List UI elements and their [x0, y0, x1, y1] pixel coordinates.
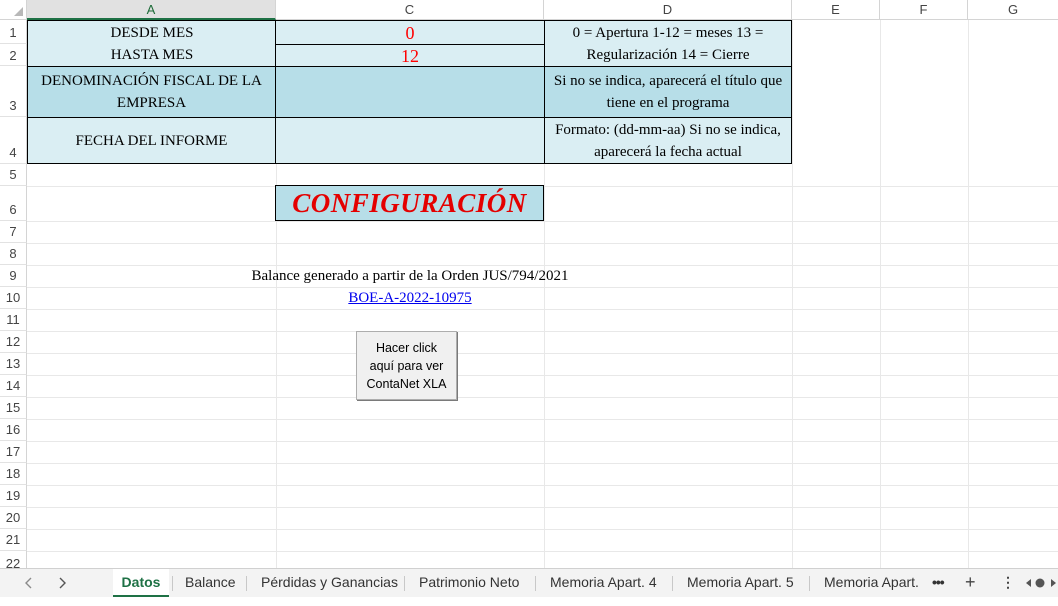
boe-link-cell: BOE-A-2022-10975: [276, 287, 544, 309]
scroll-arrows-icon[interactable]: [1024, 569, 1058, 597]
fecha-label-cell[interactable]: FECHA DEL INFORME: [27, 117, 276, 164]
vertical-ellipsis-icon[interactable]: ⋮: [1001, 569, 1015, 597]
row-header[interactable]: 9: [0, 265, 27, 287]
row-header[interactable]: 14: [0, 375, 27, 397]
tab-balance[interactable]: Balance: [185, 569, 236, 597]
tab-separator: [172, 576, 173, 591]
row-header[interactable]: 4: [0, 117, 27, 164]
chevron-right-icon[interactable]: [56, 569, 70, 597]
balance-order-text: Balance generado a partir de la Orden JU…: [251, 268, 569, 284]
plus-icon[interactable]: +: [965, 569, 976, 597]
boe-link[interactable]: BOE-A-2022-10975: [348, 290, 471, 306]
sheet-tab-bar: Datos Balance Pérdidas y Ganancias Patri…: [0, 568, 1058, 597]
gridline: [27, 551, 1058, 552]
gridline: [27, 485, 1058, 486]
desde-mes-label: DESDE MES: [110, 25, 194, 41]
desde-mes-input[interactable]: 0: [275, 20, 545, 45]
hasta-mes-label: HASTA MES: [110, 47, 194, 63]
row-header[interactable]: 8: [0, 243, 27, 265]
gridline: [27, 331, 1058, 332]
tab-memoria-apart-4[interactable]: Memoria Apart. 4: [550, 569, 657, 597]
gridline: [27, 529, 1058, 530]
tab-separator: [535, 576, 536, 591]
row-header[interactable]: 10: [0, 287, 27, 309]
fecha-note-cell[interactable]: Formato: (dd-mm-aa) Si no se indica, apa…: [544, 117, 792, 164]
row-header[interactable]: 1: [0, 20, 27, 44]
column-header-d[interactable]: D: [544, 0, 792, 20]
contanet-xla-button[interactable]: Hacer click aquí para ver ContaNet XLA: [356, 331, 457, 400]
gridline: [27, 441, 1058, 442]
select-all-corner[interactable]: [0, 0, 27, 20]
column-header-g[interactable]: G: [968, 0, 1058, 20]
row-header[interactable]: 7: [0, 221, 27, 243]
period-label-cell[interactable]: DESDE MES HASTA MES: [27, 20, 276, 67]
column-header-c[interactable]: C: [276, 0, 544, 20]
row-header[interactable]: 3: [0, 66, 27, 117]
tab-separator: [809, 576, 810, 591]
row-header[interactable]: 21: [0, 529, 27, 551]
row-header[interactable]: 15: [0, 397, 27, 419]
tab-datos[interactable]: Datos: [113, 569, 169, 597]
tab-patrimonio-neto[interactable]: Patrimonio Neto: [419, 569, 519, 597]
denominacion-label-cell[interactable]: DENOMINACIÓN FISCAL DE LA EMPRESA: [27, 66, 276, 118]
gridline: [27, 375, 1058, 376]
column-header-f[interactable]: F: [880, 0, 968, 20]
row-header[interactable]: 13: [0, 353, 27, 375]
tab-separator: [246, 576, 247, 591]
row-header[interactable]: 12: [0, 331, 27, 353]
tab-separator: [404, 576, 405, 591]
hasta-mes-input[interactable]: 12: [275, 44, 545, 67]
tab-memoria-apart[interactable]: Memoria Apart.: [824, 569, 919, 597]
row-header[interactable]: 16: [0, 419, 27, 441]
gridline: [27, 353, 1058, 354]
fecha-input[interactable]: [275, 117, 545, 164]
denominacion-note-cell[interactable]: Si no se indica, aparecerá el título que…: [544, 66, 792, 118]
row-header[interactable]: 17: [0, 441, 27, 463]
tab-memoria-apart-5[interactable]: Memoria Apart. 5: [687, 569, 794, 597]
configuracion-title[interactable]: CONFIGURACIÓN: [275, 185, 544, 221]
row-header[interactable]: 2: [0, 44, 27, 66]
row-header[interactable]: 6: [0, 186, 27, 221]
gridline: [27, 507, 1058, 508]
denominacion-input[interactable]: [275, 66, 545, 118]
gridline: [27, 397, 1058, 398]
row-header[interactable]: 5: [0, 164, 27, 186]
column-header-e[interactable]: E: [792, 0, 880, 20]
row-header[interactable]: 22: [0, 551, 27, 571]
tab-separator: [672, 576, 673, 591]
period-note-cell[interactable]: 0 = Apertura 1-12 = meses 13 = Regulariz…: [544, 20, 792, 67]
chevron-left-icon[interactable]: [22, 569, 36, 597]
row-header[interactable]: 19: [0, 485, 27, 507]
tab-perdidas-ganancias[interactable]: Pérdidas y Ganancias: [261, 569, 398, 597]
row-header[interactable]: 18: [0, 463, 27, 485]
column-header-a[interactable]: A: [27, 0, 276, 20]
gridline: [27, 221, 1058, 222]
gridline: [27, 463, 1058, 464]
gridline: [27, 419, 1058, 420]
gridline: [27, 243, 1058, 244]
row-header[interactable]: 20: [0, 507, 27, 529]
ellipsis-icon[interactable]: •••: [932, 569, 945, 597]
row-header[interactable]: 11: [0, 309, 27, 331]
gridline: [27, 309, 1058, 310]
